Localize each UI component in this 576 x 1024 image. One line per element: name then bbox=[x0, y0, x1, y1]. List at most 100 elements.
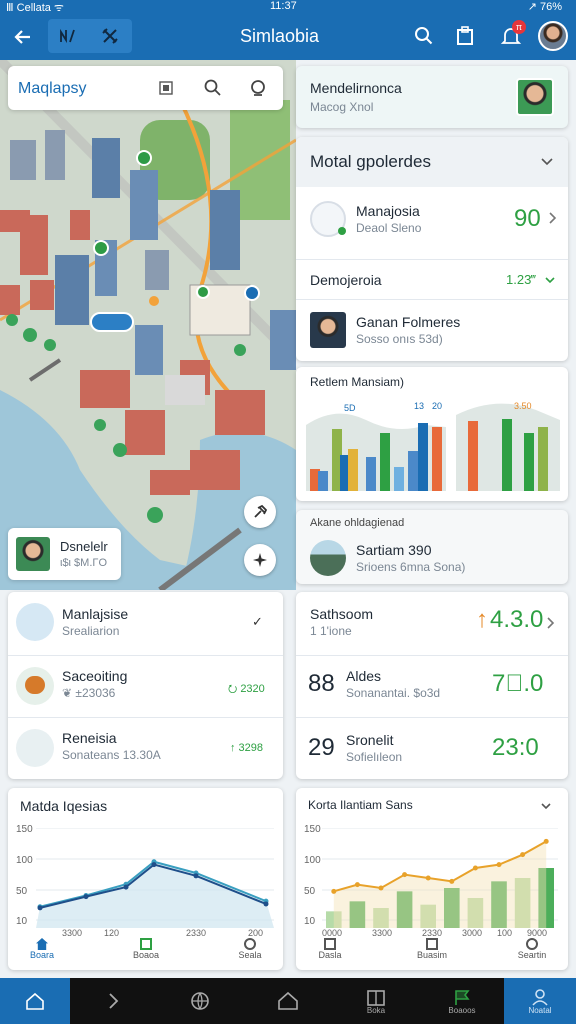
hammer-icon bbox=[254, 504, 268, 518]
line-chart-card: Matda Iqesias 150 100 50 10 3300 120 233… bbox=[8, 788, 283, 970]
list-item[interactable]: Manlajsise Srealiarion ✓ bbox=[8, 592, 283, 655]
bottom-nav: Boka Boaoos Noatal bbox=[0, 978, 576, 1024]
footer-label: Dasla bbox=[318, 950, 342, 960]
list-item[interactable]: Reneisia Sonateans 13.30A ↑ 3298 bbox=[8, 717, 283, 779]
gauge-dot bbox=[338, 227, 346, 235]
summary-row-3[interactable]: Ganan Folmeres Sosso onıs 53d) bbox=[296, 299, 568, 361]
about-card[interactable]: Akane ohldagienad Sartiam 390 Srioens 6m… bbox=[296, 510, 568, 584]
map-pin-2[interactable] bbox=[93, 240, 109, 256]
row-sub: Sosso onıs 53d) bbox=[356, 332, 443, 346]
x-tick: 2330 bbox=[422, 928, 443, 938]
footer-label: Boara bbox=[29, 950, 55, 960]
summary-row-1[interactable]: Manajosia Deaol Sleno 90 bbox=[296, 187, 568, 259]
map-search-button[interactable] bbox=[201, 76, 225, 100]
series-point bbox=[520, 852, 526, 858]
footer-item-calendar[interactable]: Dasla bbox=[310, 938, 350, 960]
city-map[interactable] bbox=[0, 60, 296, 590]
footer-item-settings[interactable]: Seartin bbox=[512, 938, 552, 960]
map-user-popup[interactable]: Dsnelelr ι$ι $Μ.ΓΟ bbox=[8, 528, 121, 580]
row-name: Ganan Folmeres bbox=[356, 314, 461, 330]
x-tick: 3300 bbox=[372, 928, 393, 938]
avatar[interactable] bbox=[538, 21, 568, 51]
item-sub: ❦ ±23036 bbox=[62, 686, 116, 700]
summary-title: Motal gpolerdes bbox=[310, 152, 431, 171]
x-tick: 120 bbox=[104, 928, 120, 938]
x-tick: 0000 bbox=[322, 928, 343, 938]
series-point bbox=[472, 865, 478, 871]
nav-home[interactable] bbox=[0, 978, 70, 1024]
back-button[interactable] bbox=[8, 20, 38, 54]
item-sub: Sonateans 13.30A bbox=[62, 748, 161, 762]
footer-label: Seartin bbox=[517, 950, 547, 960]
notification-badge: π bbox=[512, 20, 526, 34]
nav-book[interactable]: Boka bbox=[346, 978, 406, 1024]
item-name: Reneisia bbox=[62, 730, 117, 746]
image-icon bbox=[426, 938, 438, 950]
summary-row-2[interactable]: Demojeroia 1.23‴ bbox=[296, 259, 568, 299]
nav-profile[interactable]: Noatal bbox=[504, 978, 576, 1024]
list-item[interactable]: Saceoiting ❦ ±23036 ⭮ 2320 bbox=[8, 655, 283, 717]
bar-mark bbox=[502, 419, 512, 491]
y-tick: 10 bbox=[16, 916, 28, 927]
footer-item-flag[interactable]: Boaoa bbox=[126, 938, 166, 960]
map-label-chip[interactable] bbox=[90, 312, 134, 332]
chevron-down-icon bbox=[541, 158, 553, 166]
footer-label: Boaoa bbox=[132, 950, 160, 960]
stat-value: 4.3.0 bbox=[490, 606, 544, 633]
y-ticks: 150 100 50 10 bbox=[304, 824, 324, 928]
tools-button[interactable] bbox=[94, 21, 126, 51]
stat-sub: Sonanantai. $o3d bbox=[346, 686, 441, 700]
chart-footer: Boara Boaoa Seala bbox=[8, 938, 283, 968]
bar-mark bbox=[432, 427, 442, 491]
series-point bbox=[37, 905, 43, 911]
stat-row[interactable]: 88 Aldes Sonanantai. $o3d 7⃝.0 bbox=[296, 655, 568, 717]
chevron-right-icon bbox=[547, 617, 555, 629]
search-button[interactable] bbox=[410, 22, 438, 50]
map-locate-button[interactable] bbox=[246, 76, 270, 100]
battery-text: ↗ 76% bbox=[527, 1, 562, 13]
x-tick: 2330 bbox=[186, 928, 207, 938]
map-search-bar[interactable]: Maqlapsy bbox=[8, 66, 283, 110]
chart-footer: Dasla Buasim Seartin bbox=[296, 938, 568, 968]
header-title: Simlaobia bbox=[240, 26, 320, 46]
y-tick: 100 bbox=[16, 855, 33, 866]
nav-house[interactable] bbox=[258, 978, 318, 1024]
map-pin-4[interactable] bbox=[244, 285, 260, 301]
map-pin-1[interactable] bbox=[136, 150, 152, 166]
item-value: ↑ 3298 bbox=[230, 742, 264, 754]
search-icon bbox=[415, 27, 433, 45]
bottle-icon bbox=[16, 603, 54, 641]
map-frame-button[interactable] bbox=[154, 76, 178, 100]
stat-row[interactable]: 29 Sronelit Sofielıleon 23:0 bbox=[296, 717, 568, 779]
stat-name: Aldes bbox=[346, 668, 382, 684]
y-ticks: 150 100 50 10 bbox=[16, 824, 36, 928]
y-tick: 150 bbox=[16, 824, 33, 835]
notifications-button[interactable]: π bbox=[496, 20, 526, 52]
footer-label: Seala bbox=[238, 950, 262, 960]
bar-mark bbox=[524, 433, 534, 491]
footer-item-clock[interactable]: Seala bbox=[230, 938, 270, 960]
summary-header[interactable]: Motal gpolerdes bbox=[296, 137, 568, 187]
layers-button[interactable] bbox=[52, 21, 84, 51]
nav-globe[interactable] bbox=[170, 978, 230, 1024]
y-tick: 10 bbox=[304, 916, 316, 927]
chevron-right-icon bbox=[549, 212, 557, 224]
y-tick: 50 bbox=[16, 886, 28, 897]
clipboard-button[interactable] bbox=[452, 22, 478, 50]
stat-row[interactable]: Sathsoom 1 1'ione ↑ 4.3.0 bbox=[296, 592, 568, 655]
footer-item-home[interactable]: Boara bbox=[22, 938, 62, 960]
bug-body bbox=[25, 676, 45, 694]
left-list: Manlajsise Srealiarion ✓ Saceoiting ❦ ±2… bbox=[8, 592, 283, 779]
nav-flag[interactable]: Boaoos bbox=[432, 978, 492, 1024]
chevron-down-icon bbox=[541, 803, 551, 810]
wrench-icon bbox=[102, 28, 118, 44]
footer-item-image[interactable]: Buasim bbox=[412, 938, 452, 960]
item-value: ✓ bbox=[252, 614, 263, 629]
map-pin-3[interactable] bbox=[196, 285, 210, 299]
chevron-right-icon bbox=[109, 993, 119, 1009]
summary-panel: Motal gpolerdes Manajosia Deaol Sleno 90… bbox=[296, 137, 568, 361]
profile-card[interactable]: Mendelirnonca Macog Xnol bbox=[296, 66, 568, 128]
map-hammer-button[interactable] bbox=[244, 496, 276, 528]
map-compass-button[interactable] bbox=[244, 544, 276, 576]
nav-forward[interactable] bbox=[84, 978, 144, 1024]
